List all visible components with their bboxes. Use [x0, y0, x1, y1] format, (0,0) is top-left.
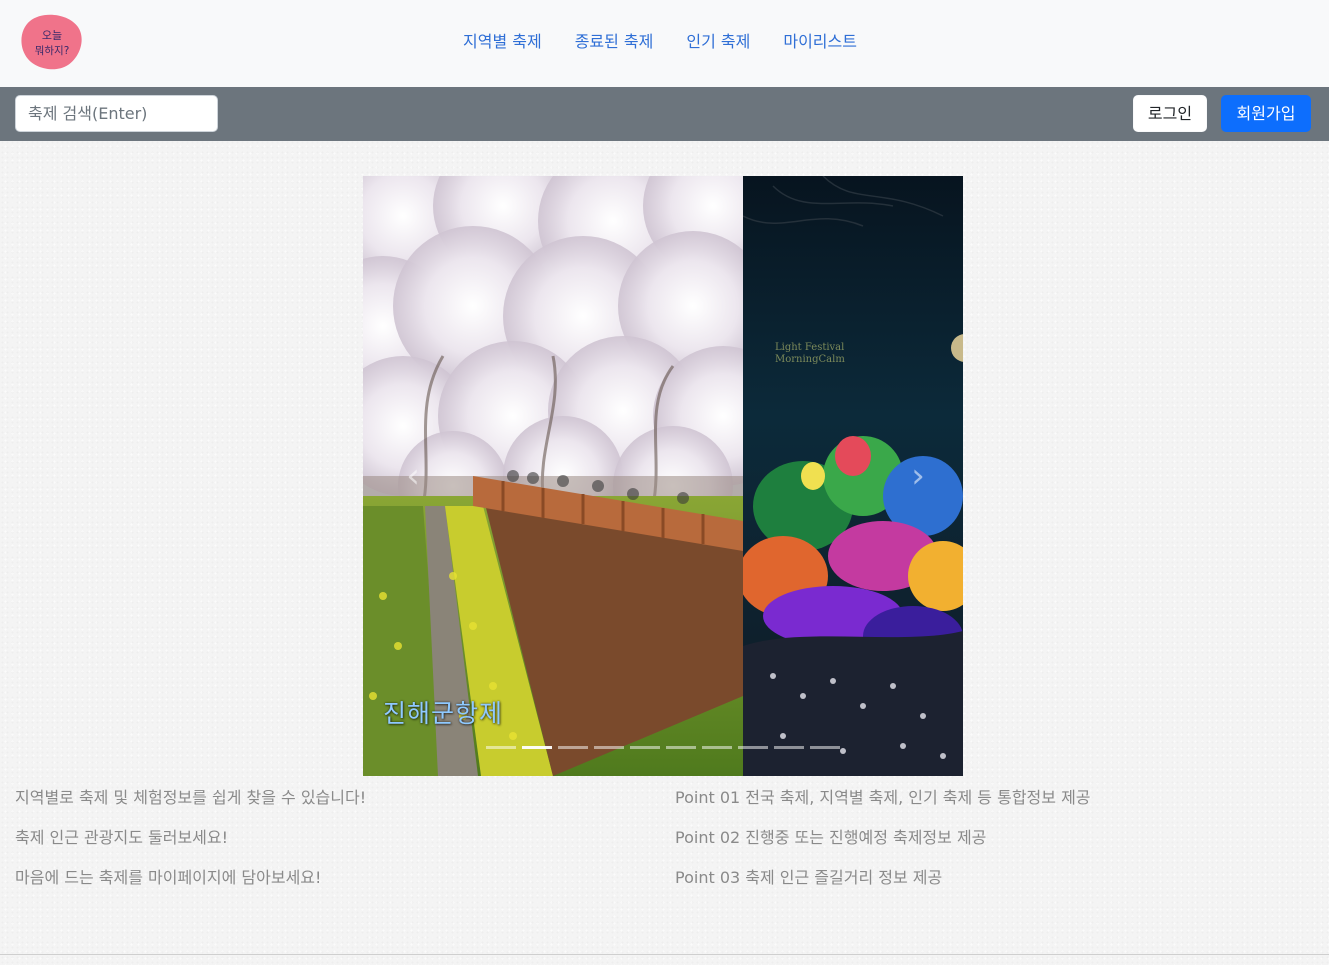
- feature-point-line: Point 03 축제 인근 즐길거리 정보 제공: [675, 868, 943, 887]
- carousel-prev-button[interactable]: ‹: [393, 446, 433, 506]
- chevron-left-icon: ‹: [406, 456, 420, 496]
- login-button[interactable]: 로그인: [1133, 95, 1207, 132]
- festival-search-input[interactable]: [15, 95, 218, 132]
- carousel-indicator[interactable]: [810, 746, 840, 749]
- carousel-indicator[interactable]: [774, 746, 804, 749]
- carousel-indicator[interactable]: [666, 746, 696, 749]
- carousel-indicator[interactable]: [558, 746, 588, 749]
- svg-text:뭐하지?: 뭐하지?: [35, 44, 70, 57]
- nav-my-list[interactable]: 마이리스트: [783, 31, 857, 53]
- feature-point-line: Point 02 진행중 또는 진행예정 축제정보 제공: [675, 828, 987, 847]
- nav-popular-festivals[interactable]: 인기 축제: [686, 31, 750, 53]
- intro-text-line: 지역별로 축제 및 체험정보를 쉽게 찾을 수 있습니다!: [15, 788, 367, 807]
- carousel-next-button[interactable]: ›: [898, 446, 938, 506]
- svg-text:Light Festival: Light Festival: [775, 342, 844, 353]
- logo-blob: 오늘 뭐하지?: [21, 14, 82, 70]
- footer-divider: [0, 954, 1329, 955]
- carousel-caption: 진해군항제: [383, 699, 504, 728]
- carousel-indicator[interactable]: [486, 746, 516, 749]
- carousel-indicator[interactable]: [738, 746, 768, 749]
- carousel-indicator[interactable]: [522, 746, 552, 749]
- svg-text:MorningCalm: MorningCalm: [775, 354, 845, 365]
- top-navbar: 오늘 뭐하지? 지역별 축제 종료된 축제 인기 축제 마이리스트: [0, 0, 1329, 87]
- carousel-indicator[interactable]: [702, 746, 732, 749]
- intro-text-line: 축제 인근 관광지도 둘러보세요!: [15, 828, 229, 847]
- intro-text-line: 마음에 드는 축제를 마이페이지에 담아보세요!: [15, 868, 322, 887]
- nav-ended-festivals[interactable]: 종료된 축제: [575, 31, 654, 53]
- toolbar: 로그인 회원가입: [0, 87, 1329, 141]
- feature-point-line: Point 01 전국 축제, 지역별 축제, 인기 축제 등 통합정보 제공: [675, 788, 1091, 807]
- main-nav: 지역별 축제 종료된 축제 인기 축제 마이리스트: [463, 31, 890, 53]
- festival-carousel[interactable]: Light Festival MorningCalm ‹ › 진해군항제: [363, 176, 963, 776]
- carousel-indicator[interactable]: [594, 746, 624, 749]
- carousel-indicators: [486, 746, 840, 749]
- site-logo[interactable]: 오늘 뭐하지?: [20, 13, 84, 71]
- nav-regional-festivals[interactable]: 지역별 축제: [463, 31, 542, 53]
- signup-button[interactable]: 회원가입: [1221, 95, 1311, 132]
- chevron-right-icon: ›: [911, 456, 925, 496]
- carousel-indicator[interactable]: [630, 746, 660, 749]
- svg-text:오늘: 오늘: [42, 29, 62, 42]
